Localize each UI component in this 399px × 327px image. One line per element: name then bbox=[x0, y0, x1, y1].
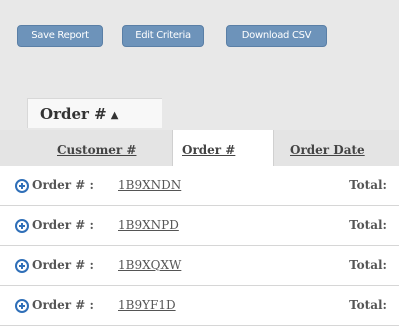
total-label: Total: bbox=[349, 218, 387, 232]
group-by-label: Order # bbox=[40, 105, 107, 123]
total-label: Total: bbox=[349, 178, 387, 192]
column-header-order[interactable]: Order # bbox=[182, 130, 235, 166]
group-row-label: Order # : bbox=[32, 178, 94, 192]
order-link[interactable]: 1B9XNDN bbox=[118, 166, 181, 204]
column-header-order-date[interactable]: Order Date bbox=[290, 130, 365, 166]
save-report-button[interactable]: Save Report bbox=[17, 25, 103, 47]
group-row: Order # : 1B9XNPD Total: bbox=[0, 206, 399, 246]
column-header-customer[interactable]: Customer # bbox=[57, 130, 136, 166]
total-label: Total: bbox=[349, 258, 387, 272]
group-row-label: Order # : bbox=[32, 218, 94, 232]
group-by-area: Order # ▲ bbox=[0, 92, 399, 130]
order-link[interactable]: 1B9YF1D bbox=[118, 286, 176, 324]
group-row: Order # : 1B9XQXW Total: bbox=[0, 246, 399, 286]
group-row-label: Order # : bbox=[32, 258, 94, 272]
group-row: Order # : 1B9YF1D Total: bbox=[0, 286, 399, 326]
expand-icon[interactable] bbox=[15, 259, 29, 273]
edit-criteria-button[interactable]: Edit Criteria bbox=[122, 25, 204, 47]
download-csv-button[interactable]: Download CSV bbox=[226, 25, 327, 47]
group-rows: Order # : 1B9XNDN Total: Order # : 1B9XN… bbox=[0, 166, 399, 326]
group-by-chip[interactable]: Order # ▲ bbox=[27, 98, 162, 128]
report-toolbar: Save Report Edit Criteria Download CSV bbox=[0, 0, 399, 92]
expand-icon[interactable] bbox=[15, 219, 29, 233]
order-link[interactable]: 1B9XNPD bbox=[118, 206, 179, 244]
expand-icon[interactable] bbox=[15, 299, 29, 313]
group-row-label: Order # : bbox=[32, 298, 94, 312]
total-label: Total: bbox=[349, 298, 387, 312]
column-header-row: Customer # Order # Order Date bbox=[0, 130, 399, 167]
group-row: Order # : 1B9XNDN Total: bbox=[0, 166, 399, 206]
expand-icon[interactable] bbox=[15, 179, 29, 193]
sort-ascending-icon: ▲ bbox=[110, 110, 119, 121]
order-link[interactable]: 1B9XQXW bbox=[118, 246, 181, 284]
